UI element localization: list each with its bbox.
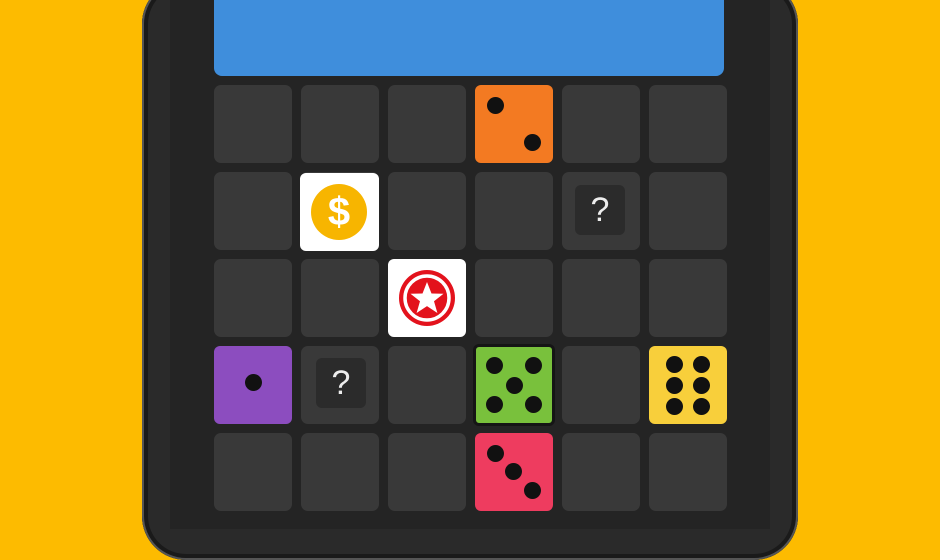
die-pip [486, 396, 503, 413]
die-pip [666, 377, 683, 394]
board-cell[interactable] [388, 433, 466, 511]
board-cell[interactable] [301, 433, 379, 511]
board-cell[interactable] [649, 259, 727, 337]
board-cell[interactable] [388, 85, 466, 163]
board-cell[interactable] [214, 172, 292, 250]
board-cell[interactable] [562, 346, 640, 424]
dollar-coin-icon: $ [311, 184, 367, 240]
question-mark: ? [331, 363, 351, 402]
red-die[interactable] [475, 433, 553, 511]
board-cell[interactable] [475, 172, 553, 250]
star-tile[interactable] [388, 259, 466, 337]
die-pip [524, 482, 541, 499]
mystery-tile[interactable]: ? [575, 185, 625, 235]
die-pip [525, 396, 542, 413]
star-icon [399, 270, 455, 326]
board-cell[interactable] [649, 433, 727, 511]
board-cell[interactable] [301, 259, 379, 337]
board-cell[interactable] [214, 433, 292, 511]
board-cell[interactable] [388, 346, 466, 424]
board-cell[interactable] [388, 172, 466, 250]
board-cell[interactable] [214, 85, 292, 163]
die-pip [245, 374, 262, 391]
die-pip [666, 398, 683, 415]
board-cell[interactable] [649, 172, 727, 250]
die-pip [487, 97, 504, 114]
die-pip [525, 357, 542, 374]
orange-die[interactable] [475, 85, 553, 163]
die-pip [666, 356, 683, 373]
header-bar [214, 0, 724, 76]
question-mark: ? [590, 190, 610, 229]
board-cell[interactable] [301, 85, 379, 163]
board-cell[interactable] [562, 85, 640, 163]
mystery-tile[interactable]: ? [316, 358, 366, 408]
board-cell[interactable] [562, 259, 640, 337]
die-pip [506, 377, 523, 394]
board-cell[interactable] [475, 259, 553, 337]
yellow-die[interactable] [649, 346, 727, 424]
board-cell[interactable] [649, 85, 727, 163]
die-pip [693, 377, 710, 394]
board-cell[interactable] [214, 259, 292, 337]
die-pip [693, 398, 710, 415]
die-pip [693, 356, 710, 373]
die-pip [524, 134, 541, 151]
die-pip [487, 445, 504, 462]
die-pip [505, 463, 522, 480]
coin-tile[interactable]: $ [300, 173, 379, 251]
green-die[interactable] [473, 344, 555, 426]
purple-die[interactable] [214, 346, 292, 424]
board-cell[interactable] [562, 433, 640, 511]
die-pip [486, 357, 503, 374]
